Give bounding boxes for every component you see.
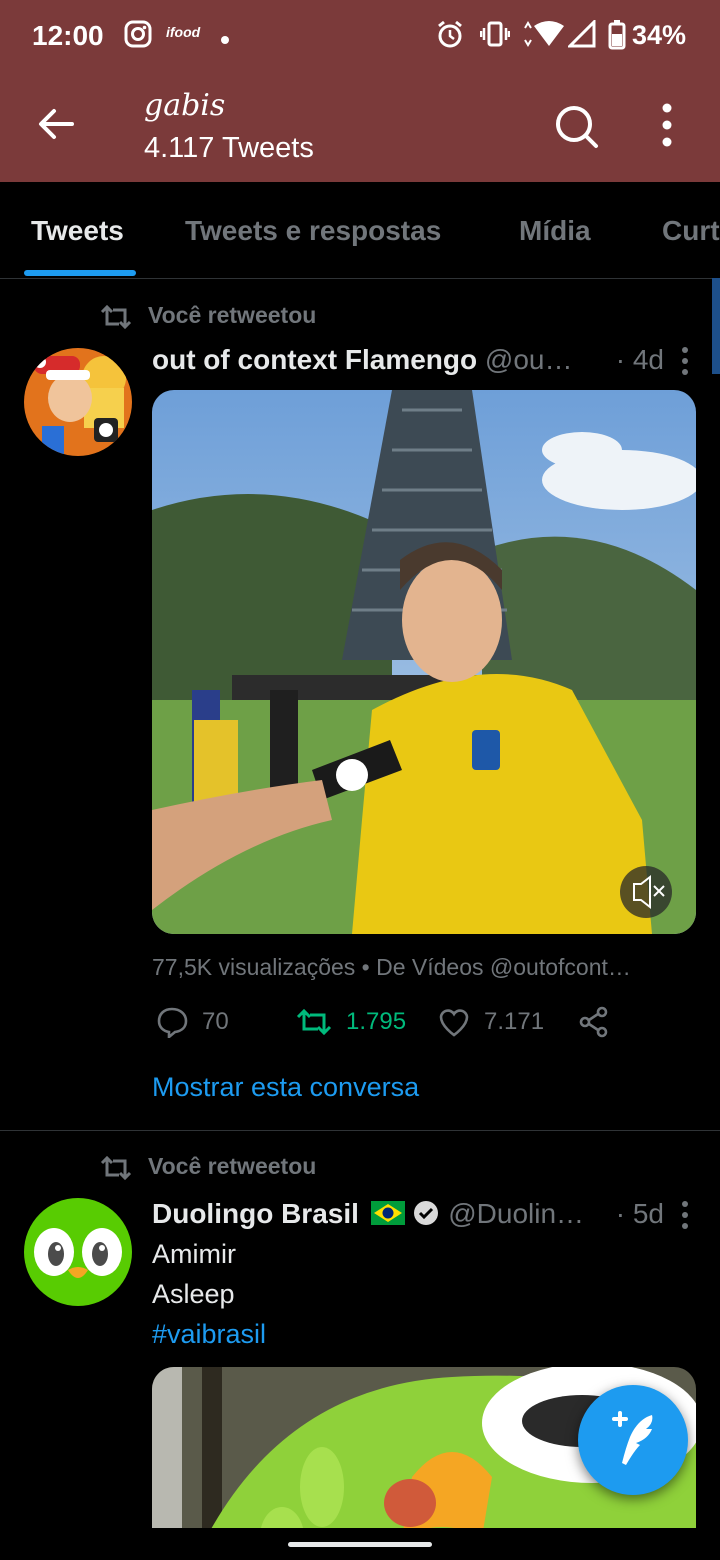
verified-badge-icon bbox=[412, 1199, 440, 1234]
battery-icon bbox=[608, 20, 626, 55]
views-and-source: 77,5K visualizações • De Vídeos @outofco… bbox=[152, 954, 631, 980]
wifi-icon bbox=[522, 20, 566, 53]
more-options-icon[interactable] bbox=[652, 100, 682, 150]
tweet-header: out of context Flamengo @ou… · 4d bbox=[152, 344, 690, 384]
status-time: 12:00 bbox=[32, 20, 104, 51]
hashtag-link[interactable]: #vaibrasil bbox=[152, 1319, 266, 1350]
avatar[interactable] bbox=[24, 348, 132, 456]
tweet-text-line: Asleep bbox=[152, 1279, 235, 1309]
profile-header: gabis 4.117 Tweets bbox=[0, 72, 720, 182]
profile-tabs: Tweets Tweets e respostas Mídia Curt bbox=[0, 182, 720, 279]
tweet-count: 4.117 Tweets bbox=[144, 132, 314, 164]
back-arrow-icon[interactable] bbox=[36, 104, 76, 144]
like-button[interactable]: 7.171 bbox=[438, 1002, 544, 1042]
search-icon[interactable] bbox=[552, 102, 600, 150]
handle[interactable]: @ou… bbox=[485, 344, 573, 375]
instagram-icon bbox=[124, 20, 152, 53]
retweet-label: Você retweetou bbox=[148, 302, 317, 328]
retweet-button[interactable]: 1.795 bbox=[296, 1002, 406, 1042]
display-name[interactable]: Duolingo Brasil bbox=[152, 1198, 359, 1229]
heart-icon bbox=[439, 1009, 469, 1037]
share-icon bbox=[579, 1006, 608, 1038]
status-bar: 12:00 ifood 34% bbox=[0, 0, 720, 72]
share-button[interactable] bbox=[578, 1002, 624, 1042]
display-name[interactable]: out of context Flamengo bbox=[152, 344, 477, 375]
tweet-header: Duolingo Brasil @Duolin… · 5d bbox=[152, 1198, 690, 1238]
compose-feather-icon bbox=[612, 1411, 653, 1465]
tweet-time: · 5d bbox=[615, 1198, 664, 1229]
battery-percent: 34% bbox=[631, 20, 686, 50]
tab-media[interactable]: Mídia bbox=[519, 215, 591, 247]
vibrate-icon bbox=[479, 20, 511, 53]
retweet-indicator: Você retweetou bbox=[100, 302, 316, 330]
tweet-options-icon[interactable] bbox=[680, 1200, 690, 1230]
retweet-indicator: Você retweetou bbox=[100, 1153, 316, 1181]
handle[interactable]: @Duolin… bbox=[448, 1198, 584, 1229]
tweet-actions: 70 1.795 7.171 bbox=[152, 1002, 672, 1042]
tab-tweets[interactable]: Tweets bbox=[31, 215, 124, 247]
show-conversation-link[interactable]: Mostrar esta conversa bbox=[152, 1072, 419, 1103]
signal-icon bbox=[566, 18, 596, 53]
alarm-icon bbox=[436, 20, 464, 55]
retweet-label: Você retweetou bbox=[148, 1153, 317, 1179]
tweet-item[interactable]: Você retweetou out of context Flamengo @… bbox=[0, 278, 720, 1130]
retweet-icon bbox=[296, 1008, 332, 1036]
tab-tweets-and-replies[interactable]: Tweets e respostas bbox=[185, 215, 441, 247]
reply-count: 70 bbox=[202, 1008, 229, 1035]
reply-icon bbox=[157, 1007, 188, 1038]
avatar[interactable] bbox=[24, 1198, 132, 1306]
reply-button[interactable]: 70 bbox=[156, 1002, 229, 1042]
ifood-icon: ifood bbox=[166, 24, 201, 40]
compose-tweet-button[interactable] bbox=[578, 1385, 688, 1495]
retweet-small-icon bbox=[100, 304, 132, 330]
dot-icon bbox=[220, 32, 230, 50]
tweet-video[interactable] bbox=[152, 390, 696, 934]
active-tab-indicator bbox=[24, 270, 136, 276]
home-gesture-bar[interactable] bbox=[288, 1542, 432, 1547]
tweet-options-icon[interactable] bbox=[680, 346, 690, 376]
retweet-small-icon bbox=[100, 1155, 132, 1181]
like-count: 7.171 bbox=[484, 1008, 545, 1035]
retweet-count: 1.795 bbox=[346, 1008, 407, 1035]
tweet-time: · 4d bbox=[615, 344, 664, 375]
profile-name: gabis bbox=[144, 88, 226, 123]
brazil-flag-icon bbox=[370, 1200, 405, 1232]
tab-likes[interactable]: Curt bbox=[662, 215, 720, 247]
tweet-text-line: Amimir bbox=[152, 1239, 236, 1269]
